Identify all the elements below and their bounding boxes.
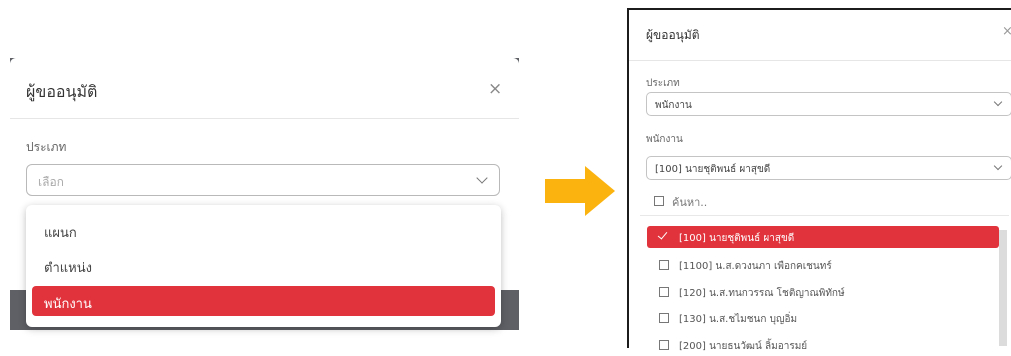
chevron-down-icon: [993, 97, 1003, 107]
employee-search-row[interactable]: ค้นหา..: [640, 184, 1009, 216]
select-all-checkbox[interactable]: [654, 196, 664, 206]
type-dropdown-menu: แผนก ตำแหน่ง พนักงาน: [26, 205, 501, 327]
employee-option[interactable]: [100] นายชุติพนธ์ ผาสุขดี: [647, 226, 999, 248]
dropdown-option-employee[interactable]: พนักงาน: [32, 286, 495, 316]
close-icon[interactable]: ×: [488, 79, 502, 99]
arrow-right-icon: [545, 179, 585, 203]
type-label: ประเภท: [26, 140, 67, 154]
employee-option[interactable]: [200] นายธนวัฒน์ ลิ้มอารมย์: [647, 334, 999, 356]
employee-checkbox[interactable]: [659, 260, 669, 270]
dropdown-option-position[interactable]: ตำแหน่ง: [32, 250, 495, 280]
employee-checkbox[interactable]: [659, 313, 669, 323]
check-icon: [657, 229, 668, 240]
employee-option-label: [1100] น.ส.ดวงนภา เพือกคเชนทร์: [679, 261, 832, 272]
header-divider: [10, 118, 519, 119]
employee-option-label: [200] นายธนวัฒน์ ลิ้มอารมย์: [679, 341, 808, 352]
header-divider: [629, 60, 1011, 61]
employee-checkbox[interactable]: [659, 340, 669, 350]
employee-option[interactable]: [120] น.ส.ทนกวรรณ โชติญาณพิทักษ์: [647, 281, 999, 303]
employee-select-value: [100] นายชุติพนธ์ ผาสุขดี: [655, 164, 771, 175]
modal-title: ผู้ขออนุมัติ: [26, 82, 98, 101]
right-screenshot-frame: ผู้ขออนุมัติ × ประเภท พนักงาน พนักงาน [1…: [627, 8, 1011, 352]
employee-option-label: [100] นายชุติพนธ์ ผาสุขดี: [679, 233, 795, 244]
dropdown-scrollbar[interactable]: [999, 230, 1007, 346]
type-select-value: พนักงาน: [655, 100, 692, 111]
arrow-head-icon: [585, 166, 615, 216]
employee-option[interactable]: [1100] น.ส.ดวงนภา เพือกคเชนทร์: [647, 254, 999, 276]
dropdown-option-department[interactable]: แผนก: [32, 215, 495, 245]
employee-select[interactable]: [100] นายชุติพนธ์ ผาสุขดี: [646, 156, 1011, 180]
employee-checkbox[interactable]: [659, 287, 669, 297]
type-select[interactable]: พนักงาน: [646, 92, 1011, 116]
modal-title: ผู้ขออนุมัติ: [646, 28, 700, 42]
type-label: ประเภท: [646, 78, 680, 89]
search-input[interactable]: ค้นหา..: [672, 193, 707, 211]
employee-option-label: [130] น.ส.ชไมชนก บุญอิ่ม: [679, 314, 798, 325]
close-icon[interactable]: ×: [1002, 24, 1011, 39]
type-select[interactable]: เลือก: [26, 164, 500, 196]
employee-label: พนักงาน: [646, 134, 683, 145]
chevron-down-icon: [993, 161, 1003, 171]
type-select-placeholder: เลือก: [38, 175, 64, 189]
chevron-down-icon: [476, 172, 488, 184]
employee-option[interactable]: [130] น.ส.ชไมชนก บุญอิ่ม: [647, 307, 999, 329]
employee-option-label: [120] น.ส.ทนกวรรณ โชติญาณพิทักษ์: [679, 288, 845, 299]
